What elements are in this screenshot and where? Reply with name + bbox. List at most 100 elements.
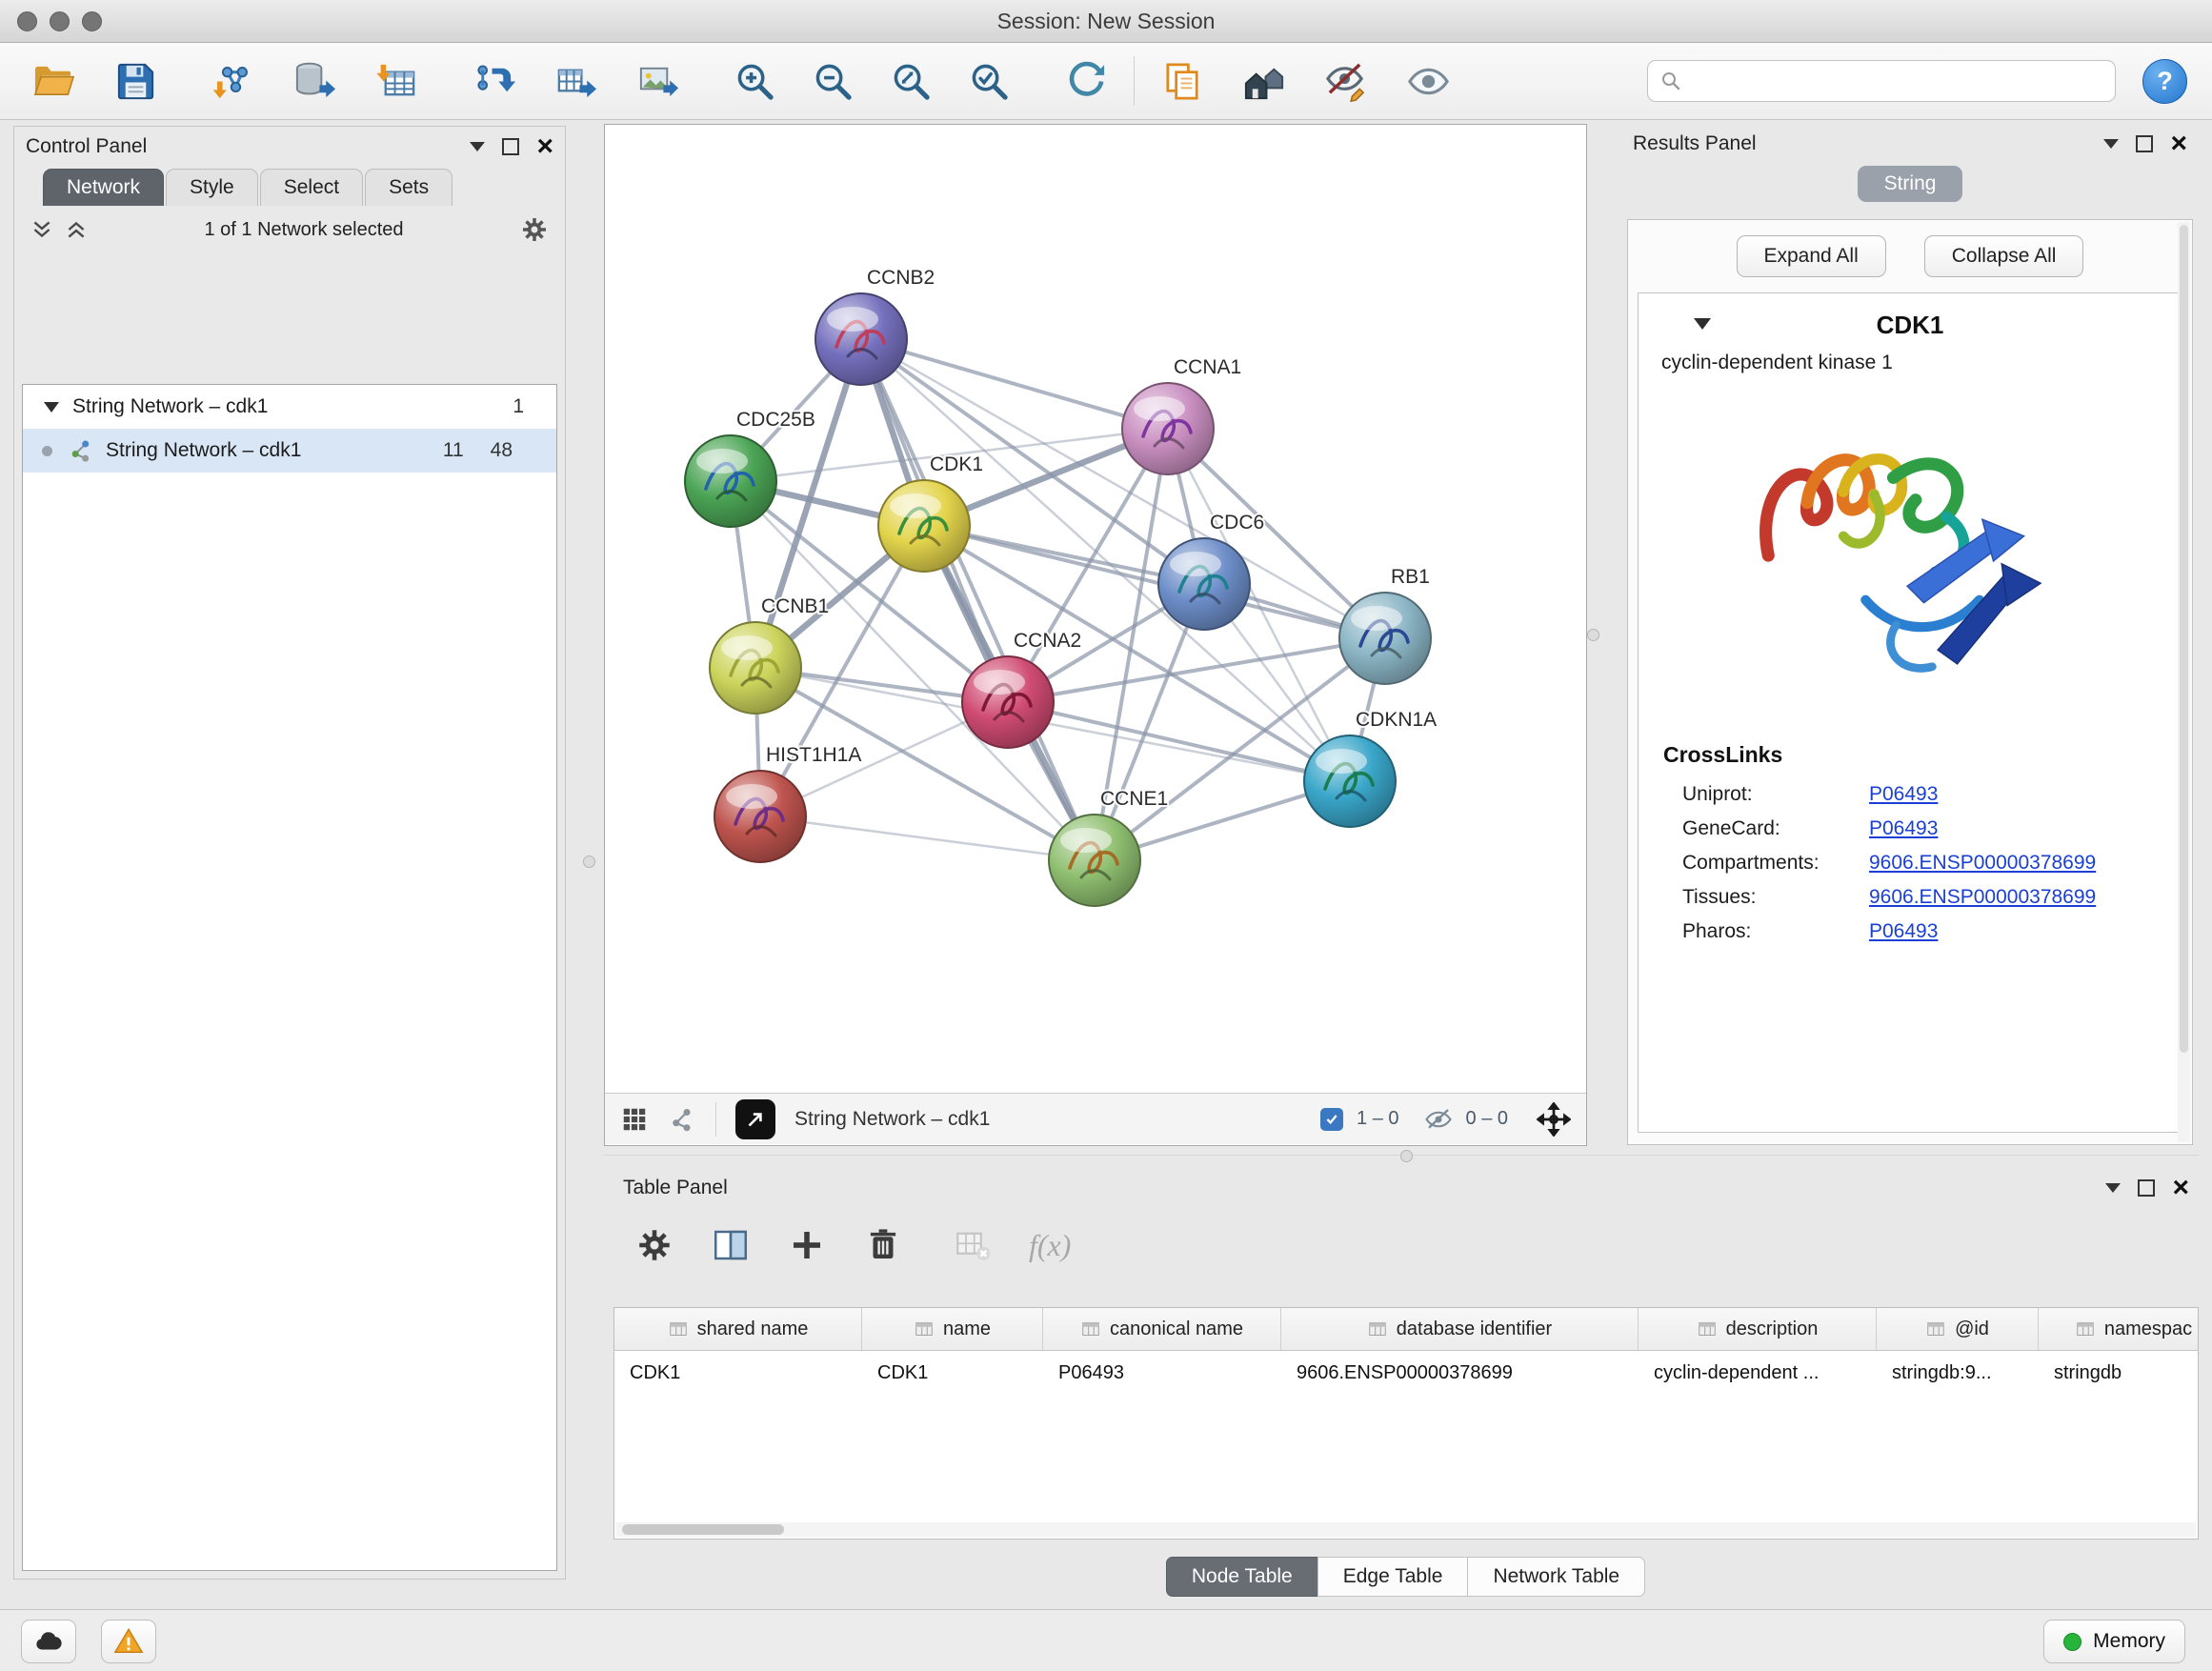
column-header-namespac[interactable]: namespac [2039,1308,2199,1350]
table-cell[interactable]: stringdb:9... [1877,1362,2039,1384]
float-panel-icon[interactable] [2136,135,2153,152]
tab-edge-table[interactable]: Edge Table [1317,1557,1469,1597]
zoom-selected-button[interactable] [960,52,1017,110]
pan-tool-icon[interactable] [1537,1102,1571,1137]
close-panel-icon[interactable]: × [2170,130,2187,158]
network-options-gear[interactable] [519,214,550,245]
column-header--id[interactable]: @id [1877,1308,2039,1350]
maximize-window-button[interactable] [82,11,102,31]
collapse-all-icon[interactable] [30,217,54,242]
selected-items-icon[interactable] [1320,1108,1343,1131]
open-session-button[interactable] [25,52,82,110]
network-row[interactable]: String Network – cdk1 11 48 [23,429,556,473]
save-session-button[interactable] [107,52,164,110]
network-node-CCNA2[interactable] [962,656,1054,748]
add-column-icon[interactable] [787,1225,827,1265]
table-cell[interactable]: 9606.ENSP00000378699 [1281,1362,1639,1384]
expand-all-button[interactable]: Expand All [1737,235,1886,277]
bottom-splitter-handle[interactable] [1400,1150,1413,1162]
table-options-gear-icon[interactable] [634,1225,674,1265]
warnings-button[interactable] [101,1620,156,1663]
network-node-CCNE1[interactable] [1049,815,1140,906]
float-panel-icon[interactable] [2138,1179,2155,1197]
network-node-RB1[interactable] [1339,593,1431,684]
network-node-HIST1H1A[interactable] [714,771,806,862]
network-options-button[interactable] [465,52,522,110]
show-graphics-details-button[interactable] [1399,52,1457,110]
entry-collapse-icon[interactable] [1694,318,1711,330]
import-network-from-file-button[interactable] [204,52,261,110]
network-edge[interactable] [760,816,1095,860]
import-table-from-file-button[interactable] [368,52,425,110]
network-canvas[interactable]: CCNB2CCNA1CDC25BCDK1CDC6RB1CCNB1CCNA2CDK… [605,125,1586,1093]
tab-sets[interactable]: Sets [365,169,452,206]
detach-view-button[interactable] [735,1099,775,1139]
network-view-icon[interactable] [668,1105,696,1134]
memory-button[interactable]: Memory [2043,1620,2185,1663]
import-network-from-database-button[interactable] [286,52,343,110]
tab-network[interactable]: Network [43,169,164,206]
zoom-out-button[interactable] [804,52,861,110]
network-node-CDKN1A[interactable] [1304,735,1396,827]
crosslink-link[interactable]: P06493 [1869,920,1938,943]
table-cell[interactable]: P06493 [1043,1362,1281,1384]
open-documentation-button[interactable] [1154,52,1211,110]
zoom-in-button[interactable] [726,52,783,110]
panel-menu-icon[interactable] [2105,1183,2121,1193]
network-node-CDC6[interactable] [1158,538,1250,630]
tab-select[interactable]: Select [260,169,363,206]
scrollbar-thumb[interactable] [2180,225,2188,1053]
export-table-button[interactable] [547,52,604,110]
left-splitter-handle[interactable] [583,856,595,868]
network-node-CCNA1[interactable] [1122,383,1214,474]
delete-column-icon[interactable] [863,1225,903,1265]
panel-menu-icon[interactable] [470,142,485,151]
network-node-CDC25B[interactable] [685,435,776,527]
network-edge[interactable] [924,526,1385,638]
cloud-status-button[interactable] [21,1620,76,1663]
float-panel-icon[interactable] [502,138,519,155]
close-panel-icon[interactable]: × [2172,1174,2189,1202]
scrollbar-thumb[interactable] [622,1524,784,1535]
crosslink-link[interactable]: 9606.ENSP00000378699 [1869,886,2096,909]
network-edge[interactable] [861,339,1095,860]
results-scrollbar[interactable] [2178,222,2190,1142]
network-node-CCNB2[interactable] [815,293,907,385]
zoom-fit-button[interactable] [882,52,939,110]
tab-network-table[interactable]: Network Table [1467,1557,1645,1597]
expand-all-icon[interactable] [64,217,89,242]
network-node-CDK1[interactable] [878,480,970,572]
crosslink-link[interactable]: 9606.ENSP00000378699 [1869,852,2096,875]
hide-graphics-details-button[interactable] [1317,52,1375,110]
column-header-database-identifier[interactable]: database identifier [1281,1308,1639,1350]
tab-node-table[interactable]: Node Table [1166,1557,1318,1597]
export-image-button[interactable] [629,52,686,110]
column-header-name[interactable]: name [862,1308,1043,1350]
network-collection-row[interactable]: String Network – cdk1 1 [23,385,556,429]
table-horizontal-scrollbar[interactable] [616,1522,2196,1537]
close-window-button[interactable] [17,11,37,31]
hidden-items-icon[interactable] [1424,1105,1453,1134]
minimize-window-button[interactable] [50,11,70,31]
column-header-shared-name[interactable]: shared name [614,1308,862,1350]
column-header-description[interactable]: description [1639,1308,1877,1350]
network-node-CCNB1[interactable] [710,622,801,714]
collection-expand-icon[interactable] [44,402,59,413]
table-cell[interactable]: stringdb [2039,1362,2199,1384]
tab-style[interactable]: Style [166,169,258,206]
tab-string[interactable]: String [1858,166,1963,202]
crosslink-link[interactable]: P06493 [1869,817,1938,840]
panel-menu-icon[interactable] [2103,139,2119,149]
table-cell[interactable]: CDK1 [862,1362,1043,1384]
home-button[interactable] [1236,52,1293,110]
crosslink-link[interactable]: P06493 [1869,783,1938,806]
network-edge[interactable] [861,339,1168,429]
collapse-all-button[interactable]: Collapse All [1924,235,2084,277]
table-cell[interactable]: cyclin-dependent ... [1639,1362,1877,1384]
grid-view-icon[interactable] [620,1105,649,1134]
right-splitter-handle[interactable] [1587,629,1599,641]
network-edge[interactable] [1008,702,1350,781]
help-button[interactable]: ? [2142,59,2187,104]
close-panel-icon[interactable]: × [536,132,553,161]
table-row[interactable]: CDK1CDK1P064939606.ENSP00000378699cyclin… [614,1351,2198,1395]
